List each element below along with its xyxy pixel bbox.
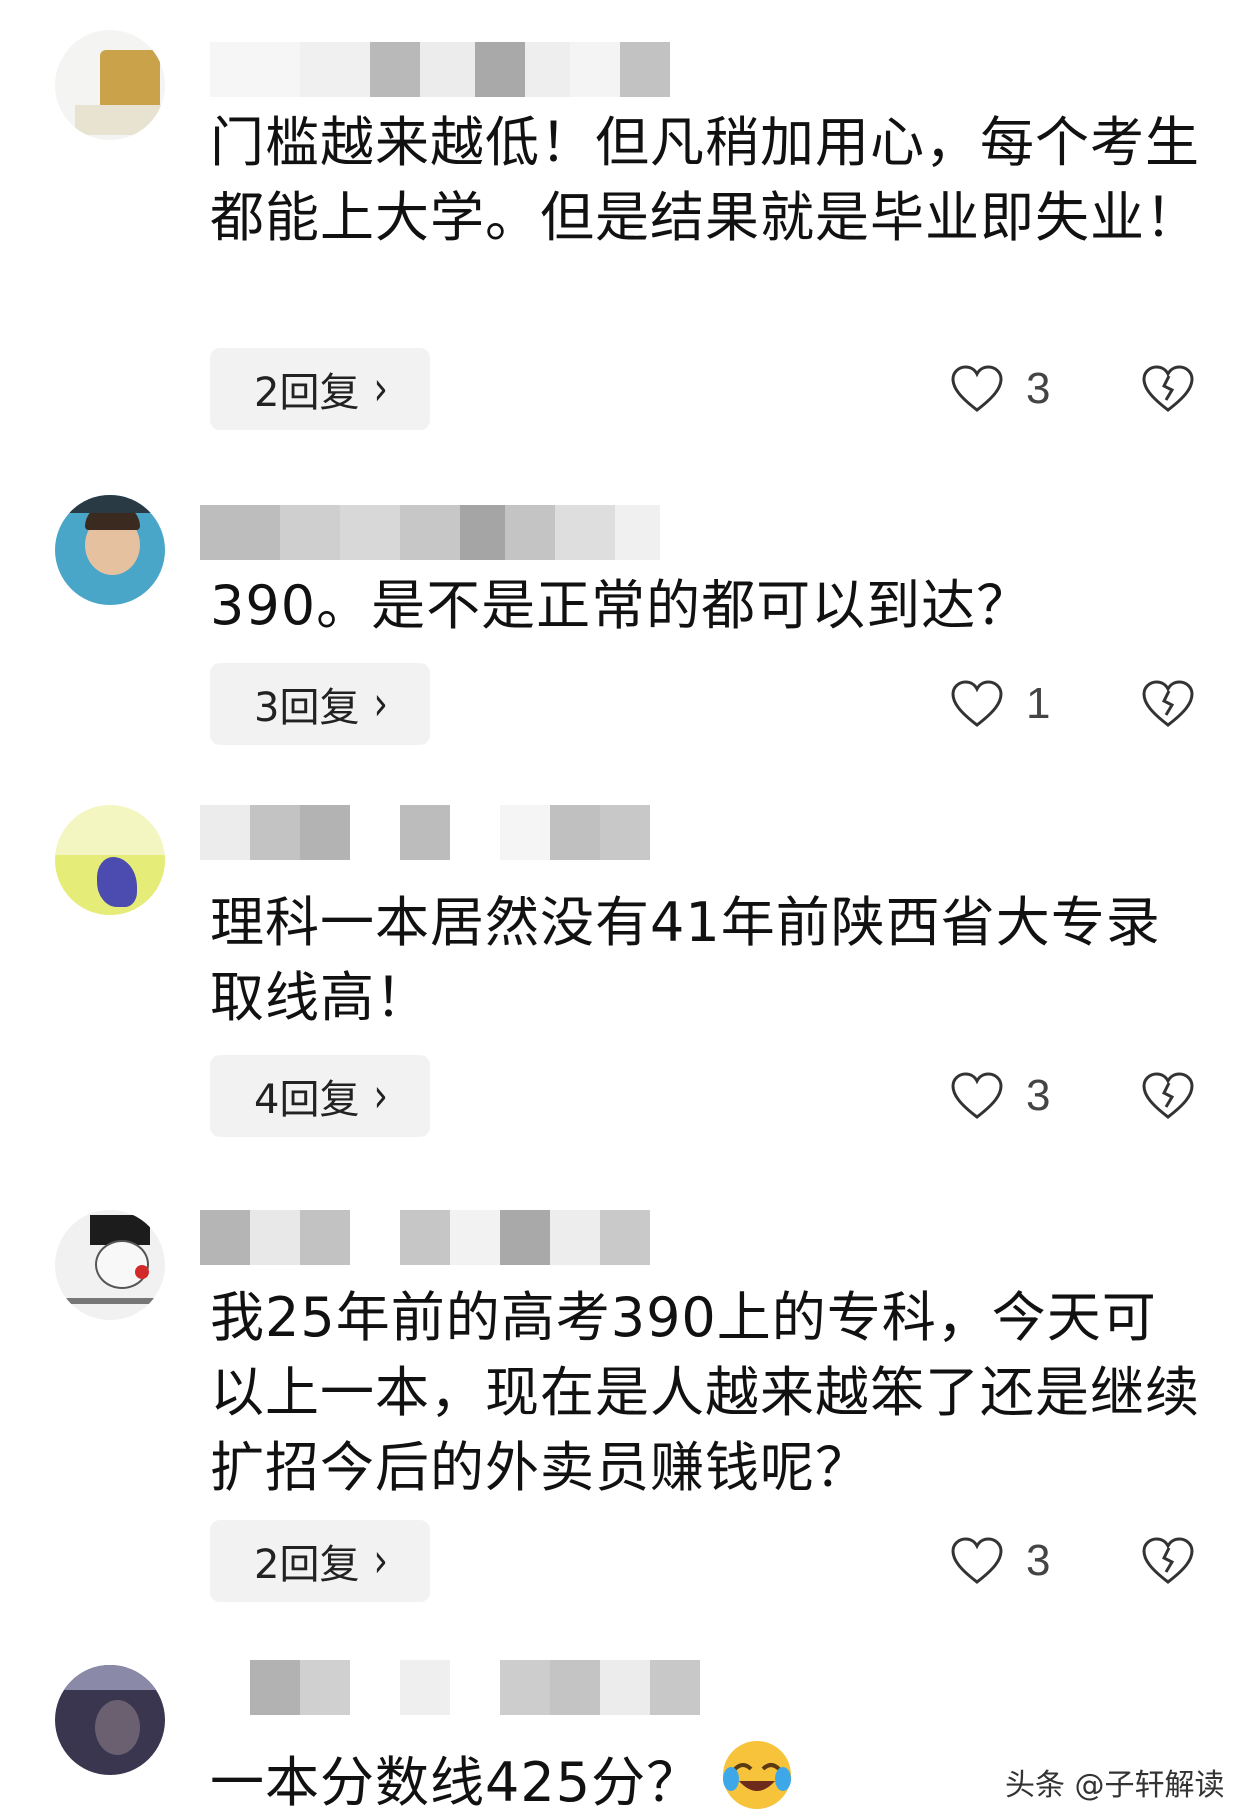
- broken-heart-icon: [1142, 1072, 1194, 1119]
- like-count: 3: [1026, 1071, 1051, 1120]
- heart-outline-icon: [951, 365, 1003, 412]
- comment-text: 理科一本居然没有41年前陕西省大专录取线高！: [210, 891, 1161, 1029]
- chevron-right-icon: ›: [373, 362, 388, 416]
- comment-text: 我25年前的高考390上的专科，今天可以上一本，现在是人越来越笨了还是继续扩招今…: [210, 1286, 1200, 1499]
- reply-button[interactable]: 2回复 ›: [210, 348, 430, 430]
- like-button[interactable]: 3: [950, 1520, 1050, 1602]
- broken-heart-icon: [1142, 680, 1194, 727]
- watermark: 头条 @子轩解读: [1005, 1768, 1225, 1803]
- dislike-button[interactable]: [1140, 1520, 1196, 1602]
- broken-heart-icon: [1142, 1537, 1194, 1584]
- reply-label: 2回复: [254, 370, 360, 416]
- reply-button[interactable]: 3回复 ›: [210, 663, 430, 745]
- like-count: 1: [1026, 679, 1051, 728]
- comment-text: 门槛越来越低！但凡稍加用心，每个考生都能上大学。但是结果就是毕业即失业！: [210, 111, 1200, 249]
- chevron-right-icon: ›: [373, 677, 388, 731]
- dislike-button[interactable]: [1140, 348, 1196, 430]
- like-count: 3: [1026, 1536, 1051, 1585]
- laughing-crying-emoji: [723, 1741, 792, 1809]
- reply-button[interactable]: 4回复 ›: [210, 1055, 430, 1137]
- heart-outline-icon: [951, 1537, 1003, 1584]
- comment-text: 390。是不是正常的都可以到达？: [210, 574, 1032, 637]
- reply-label: 3回复: [254, 685, 360, 731]
- reply-button[interactable]: 2回复 ›: [210, 1520, 430, 1602]
- dislike-button[interactable]: [1140, 1055, 1196, 1137]
- heart-outline-icon: [951, 680, 1003, 727]
- username-blurred[interactable]: [200, 805, 650, 860]
- avatar[interactable]: [55, 495, 165, 605]
- avatar[interactable]: [55, 1665, 165, 1775]
- like-button[interactable]: 3: [950, 348, 1050, 430]
- avatar[interactable]: [55, 805, 165, 915]
- chevron-right-icon: ›: [373, 1069, 388, 1123]
- username-blurred[interactable]: [210, 42, 670, 97]
- username-blurred[interactable]: [200, 1660, 700, 1715]
- avatar[interactable]: [55, 1210, 165, 1320]
- chevron-right-icon: ›: [373, 1534, 388, 1588]
- like-button[interactable]: 3: [950, 1055, 1050, 1137]
- avatar[interactable]: [55, 30, 165, 140]
- dislike-button[interactable]: [1140, 663, 1196, 745]
- like-count: 3: [1026, 364, 1051, 413]
- username-blurred[interactable]: [200, 1210, 650, 1265]
- username-blurred[interactable]: [200, 505, 660, 560]
- comment-text-content: 一本分数线425分？: [210, 1751, 702, 1814]
- broken-heart-icon: [1142, 365, 1194, 412]
- reply-label: 4回复: [254, 1077, 360, 1123]
- heart-outline-icon: [951, 1072, 1003, 1119]
- reply-label: 2回复: [254, 1542, 360, 1588]
- like-button[interactable]: 1: [950, 663, 1050, 745]
